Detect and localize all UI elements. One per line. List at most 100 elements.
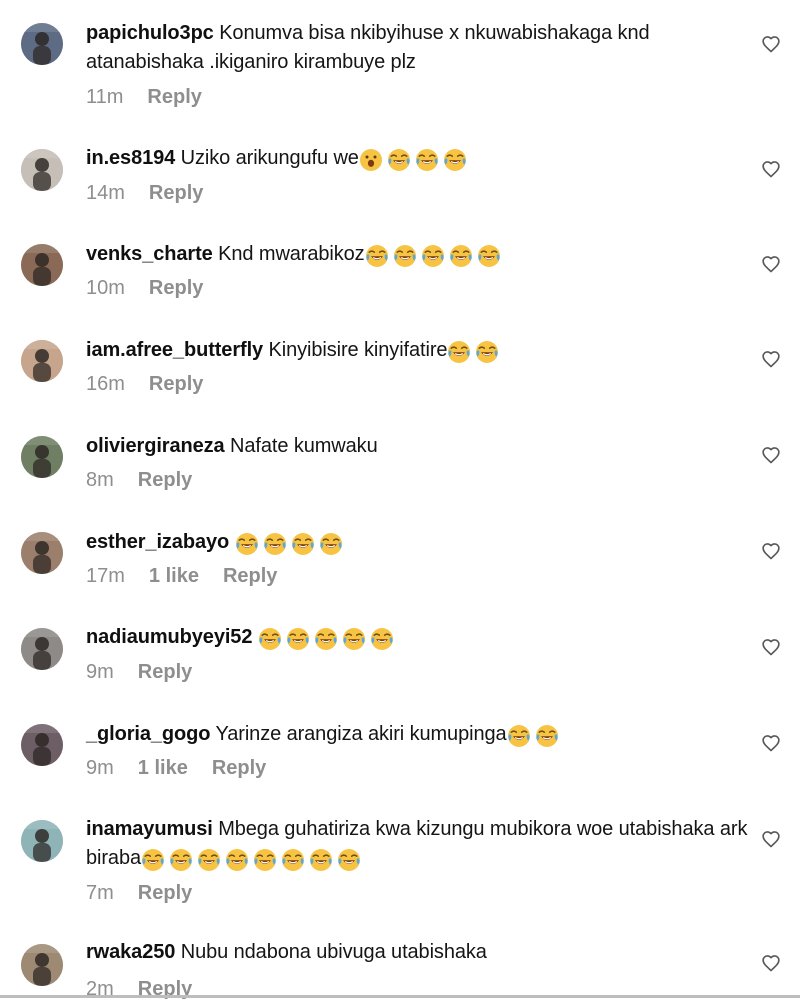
laughing-emoji-icon	[338, 849, 360, 871]
reply-button[interactable]: Reply	[149, 276, 203, 300]
comment-meta: 14m Reply	[86, 181, 203, 205]
comment-username[interactable]: in.es8194	[86, 147, 175, 169]
comment-text-line: oliviergiraneza Nafate kumwaku	[86, 432, 758, 461]
comment-username[interactable]: papichulo3pc	[86, 22, 214, 44]
laughing-emoji-icon	[263, 533, 286, 555]
heart-icon[interactable]	[761, 638, 781, 656]
comment-text: Knd mwarabikoz	[218, 243, 365, 265]
heart-icon[interactable]	[761, 734, 781, 752]
comment-meta: 7m Reply	[86, 881, 192, 905]
avatar[interactable]	[21, 436, 63, 478]
comment-meta: 9m Reply	[86, 660, 192, 684]
comment-body: rwaka250 Nubu ndabona ubivuga utabishaka…	[86, 938, 758, 1000]
laughing-emoji-icon	[286, 628, 309, 650]
reply-button[interactable]: Reply	[138, 881, 192, 905]
comment-text-line: rwaka250 Nubu ndabona ubivuga utabishaka	[86, 938, 758, 967]
laughing-emoji-icon	[535, 725, 558, 747]
laughing-emoji-icon	[393, 245, 416, 267]
comment-username[interactable]: venks_charte	[86, 243, 213, 265]
avatar[interactable]	[21, 532, 63, 574]
heart-icon[interactable]	[761, 954, 781, 972]
comment-body: in.es8194 Uziko arikungufu we 14m Reply	[86, 144, 758, 204]
comment-time: 14m	[86, 182, 125, 204]
comment-text-line: iam.afree_butterfly Kinyibisire kinyifat…	[86, 336, 758, 369]
comment-body: oliviergiraneza Nafate kumwaku 8m Reply	[86, 432, 758, 491]
avatar[interactable]	[21, 149, 63, 191]
comment-username[interactable]: inamayumusi	[86, 818, 213, 840]
heart-icon[interactable]	[761, 542, 781, 560]
heart-icon[interactable]	[761, 446, 781, 464]
comment-emojis	[141, 848, 365, 877]
avatar[interactable]	[21, 23, 63, 65]
comment-text: Nafate kumwaku	[230, 435, 378, 457]
comment-text-line: esther_izabayo	[86, 528, 758, 561]
laughing-emoji-icon	[198, 849, 220, 871]
avatar[interactable]	[21, 628, 63, 670]
comment-username[interactable]: rwaka250	[86, 941, 175, 963]
laughing-emoji-icon	[448, 341, 471, 363]
laughing-emoji-icon	[254, 849, 276, 871]
comment-username[interactable]: oliviergiraneza	[86, 435, 225, 457]
laughing-emoji-icon	[291, 533, 314, 555]
laughing-emoji-icon	[477, 245, 500, 267]
comment-meta: 10m Reply	[86, 276, 203, 300]
laughing-emoji-icon	[314, 628, 337, 650]
avatar[interactable]	[21, 724, 63, 766]
comment-time: 10m	[86, 277, 125, 299]
comment-text-line: nadiaumubyeyi52	[86, 623, 758, 656]
laughing-emoji-icon	[421, 245, 444, 267]
heart-icon[interactable]	[761, 160, 781, 178]
comment-body: venks_charte Knd mwarabikoz 10m Reply	[86, 240, 758, 299]
comment-body: iam.afree_butterfly Kinyibisire kinyifat…	[86, 336, 758, 395]
laughing-emoji-icon	[142, 849, 164, 871]
avatar[interactable]	[21, 820, 63, 862]
reply-button[interactable]: Reply	[223, 564, 277, 588]
laughing-emoji-icon	[387, 149, 410, 171]
laughing-emoji-icon	[282, 849, 304, 871]
laughing-emoji-icon	[226, 849, 248, 871]
comment-time: 7m	[86, 882, 114, 904]
comment-time: 9m	[86, 661, 114, 683]
comment-meta: 11m Reply	[86, 85, 202, 109]
comment-username[interactable]: _gloria_gogo	[86, 723, 210, 745]
laughing-emoji-icon	[443, 149, 466, 171]
avatar[interactable]	[21, 340, 63, 382]
heart-icon[interactable]	[761, 35, 781, 53]
laughing-emoji-icon	[170, 849, 192, 871]
laughing-emoji-icon	[449, 245, 472, 267]
reply-button[interactable]: Reply	[149, 181, 203, 205]
comment-username[interactable]: iam.afree_butterfly	[86, 339, 263, 361]
avatar[interactable]	[21, 944, 63, 986]
comment-text-line: _gloria_gogo Yarinze arangiza akiri kumu…	[86, 720, 758, 753]
avatar[interactable]	[21, 244, 63, 286]
comment-username[interactable]: nadiaumubyeyi52	[86, 626, 252, 648]
heart-icon[interactable]	[761, 255, 781, 273]
comment-body: papichulo3pc Konumva bisa nkibyihuse x n…	[86, 19, 758, 108]
comment-meta: 17m 1 like Reply	[86, 564, 277, 588]
like-count[interactable]: 1 like	[149, 564, 199, 588]
like-count[interactable]: 1 like	[138, 756, 188, 780]
comment-time: 16m	[86, 373, 125, 395]
reply-button[interactable]: Reply	[138, 468, 192, 492]
reply-button[interactable]: Reply	[138, 660, 192, 684]
reply-button[interactable]: Reply	[147, 85, 201, 109]
heart-icon[interactable]	[761, 350, 781, 368]
comment-time: 9m	[86, 757, 114, 779]
comment-text-line: in.es8194 Uziko arikungufu we	[86, 144, 758, 177]
comment-username[interactable]: esther_izabayo	[86, 531, 229, 553]
comment-body: _gloria_gogo Yarinze arangiza akiri kumu…	[86, 720, 758, 779]
reply-button[interactable]: Reply	[149, 372, 203, 396]
comment-body: nadiaumubyeyi52 9m Reply	[86, 623, 758, 683]
comment-text: Nubu ndabona ubivuga utabishaka	[180, 941, 487, 963]
laughing-emoji-icon	[370, 628, 393, 650]
comment-emojis	[447, 340, 503, 369]
laughing-emoji-icon	[342, 628, 365, 650]
comment-body: inamayumusi Mbega guhatiriza kwa kizungu…	[86, 815, 758, 904]
laughing-emoji-icon	[415, 149, 438, 171]
comment-text: Uziko arikungufu we	[180, 147, 359, 169]
reply-button[interactable]: Reply	[212, 756, 266, 780]
heart-icon[interactable]	[761, 830, 781, 848]
comment-text: Kinyibisire kinyifatire	[268, 339, 448, 361]
comment-time: 17m	[86, 565, 125, 587]
comment-list: papichulo3pc Konumva bisa nkibyihuse x n…	[0, 0, 800, 1000]
